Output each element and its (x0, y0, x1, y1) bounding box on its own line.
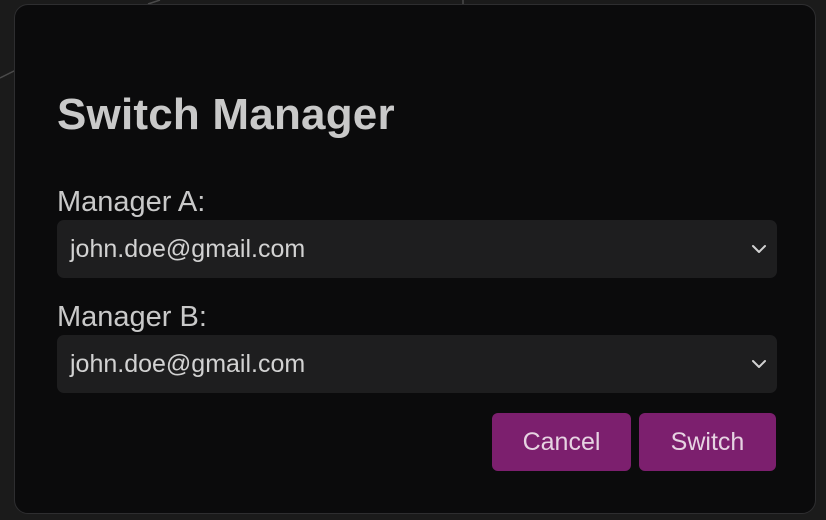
dialog-title: Switch Manager (57, 90, 395, 139)
manager-b-selected-value: john.doe@gmail.com (70, 350, 306, 378)
switch-button[interactable]: Switch (639, 413, 776, 471)
manager-a-select[interactable]: john.doe@gmail.com (57, 220, 777, 278)
switch-manager-dialog: Switch Manager Manager A: john.doe@gmail… (14, 4, 816, 514)
chevron-down-icon (752, 360, 766, 368)
manager-b-select[interactable]: john.doe@gmail.com (57, 335, 777, 393)
chevron-down-icon (752, 245, 766, 253)
manager-a-selected-value: john.doe@gmail.com (70, 235, 306, 263)
manager-b-label: Manager B: (57, 301, 207, 333)
manager-a-label: Manager A: (57, 186, 206, 218)
cancel-button[interactable]: Cancel (492, 413, 631, 471)
